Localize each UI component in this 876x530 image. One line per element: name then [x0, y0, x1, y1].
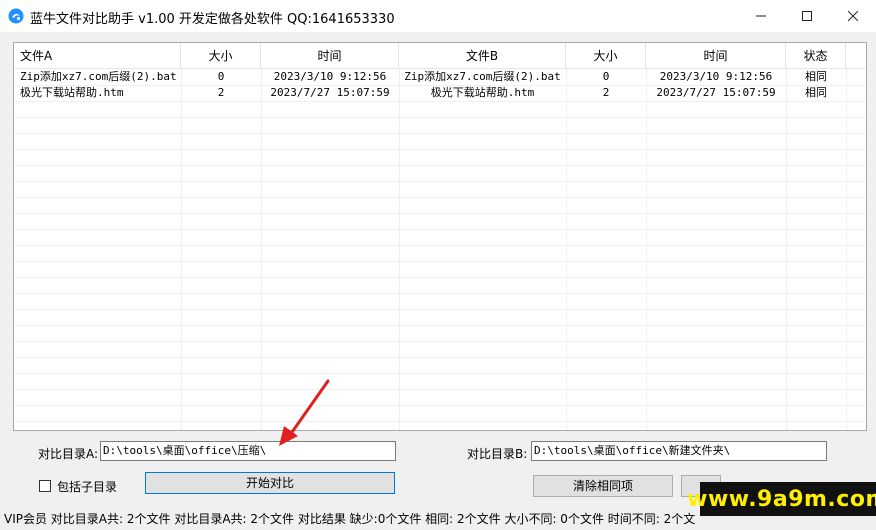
grid-line: [14, 165, 866, 166]
file-compare-list[interactable]: 文件A 大小 时间 文件B 大小 时间 状态 Zip添加xz7.com后缀(2)…: [13, 42, 867, 431]
grid-line: [14, 133, 866, 134]
cell-size-a: 0: [217, 70, 225, 83]
clear-same-button[interactable]: 清除相同项: [533, 475, 673, 497]
col-header-size-a[interactable]: 大小: [181, 43, 261, 69]
list-header: 文件A 大小 时间 文件B 大小 时间 状态: [14, 43, 866, 69]
grid-line: [181, 69, 182, 430]
col-header-size-b[interactable]: 大小: [566, 43, 646, 69]
close-icon: [848, 11, 858, 21]
grid-line: [14, 309, 866, 310]
grid-line: [14, 357, 866, 358]
grid-line: [14, 261, 866, 262]
maximize-button[interactable]: [784, 0, 830, 32]
grid-line: [14, 101, 866, 102]
grid-line: [846, 69, 847, 430]
cell-size-b: 2: [602, 86, 610, 99]
cell-file-b: 极光下载站帮助.htm: [430, 86, 535, 99]
grid-line: [14, 181, 866, 182]
grid-line: [786, 69, 787, 430]
watermark-text: www.9a9m.com: [687, 486, 876, 512]
grid-line: [14, 213, 866, 214]
cell-time-b: 2023/7/27 15:07:59: [656, 86, 776, 99]
grid-line: [14, 373, 866, 374]
grid-line: [14, 229, 866, 230]
grid-line: [14, 245, 866, 246]
cell-size-b: 0: [602, 70, 610, 83]
app-icon: [8, 8, 24, 24]
cell-time-a: 2023/7/27 15:07:59: [270, 86, 390, 99]
cell-time-a: 2023/3/10 9:12:56: [273, 70, 387, 83]
start-compare-button[interactable]: 开始对比: [145, 472, 395, 494]
grid-line: [261, 69, 262, 430]
table-row[interactable]: 极光下载站帮助.htm 2 2023/7/27 15:07:59 极光下载站帮助…: [14, 85, 866, 101]
title-bar: 蓝牛文件对比助手 v1.00 开发定做各处软件 QQ:1641653330: [0, 0, 876, 32]
grid-line: [14, 341, 866, 342]
grid-line: [14, 197, 866, 198]
grid-line: [646, 69, 647, 430]
dir-b-label: 对比目录B:: [467, 447, 528, 461]
dir-b-input[interactable]: D:\tools\桌面\office\新建文件夹\: [531, 441, 827, 461]
grid-line: [14, 325, 866, 326]
grid-line: [14, 405, 866, 406]
watermark-logo: www.9a9m.com: [687, 482, 876, 516]
include-subdirs-checkbox[interactable]: [39, 480, 51, 492]
table-row[interactable]: Zip添加xz7.com后缀(2).bat 0 2023/3/10 9:12:5…: [14, 69, 866, 85]
col-header-time-b[interactable]: 时间: [646, 43, 786, 69]
cell-file-a: 极光下载站帮助.htm: [20, 86, 124, 99]
include-subdirs-label[interactable]: 包括子目录: [57, 478, 117, 495]
grid-line: [14, 149, 866, 150]
col-header-file-b[interactable]: 文件B: [399, 43, 566, 69]
grid-line: [399, 69, 400, 430]
grid-line: [566, 69, 567, 430]
dir-a-label: 对比目录A:: [38, 447, 99, 461]
minimize-icon: [756, 15, 766, 17]
col-header-time-a[interactable]: 时间: [261, 43, 399, 69]
cell-file-a: Zip添加xz7.com后缀(2).bat: [20, 70, 177, 83]
maximize-icon: [802, 11, 812, 21]
grid-line: [14, 389, 866, 390]
grid-line: [14, 277, 866, 278]
cell-size-a: 2: [217, 86, 225, 99]
grid-line: [14, 421, 866, 422]
col-header-status[interactable]: 状态: [786, 43, 846, 69]
cell-status: 相同: [805, 70, 827, 83]
close-button[interactable]: [830, 0, 876, 32]
window-title: 蓝牛文件对比助手 v1.00 开发定做各处软件 QQ:1641653330: [30, 12, 395, 27]
cell-time-b: 2023/3/10 9:12:56: [659, 70, 773, 83]
cell-status: 相同: [805, 86, 827, 99]
grid-line: [14, 293, 866, 294]
col-header-file-a[interactable]: 文件A: [14, 43, 181, 69]
grid-line: [14, 117, 866, 118]
minimize-button[interactable]: [738, 0, 784, 32]
cell-file-b: Zip添加xz7.com后缀(2).bat: [404, 70, 561, 83]
dir-a-input[interactable]: D:\tools\桌面\office\压缩\: [100, 441, 396, 461]
